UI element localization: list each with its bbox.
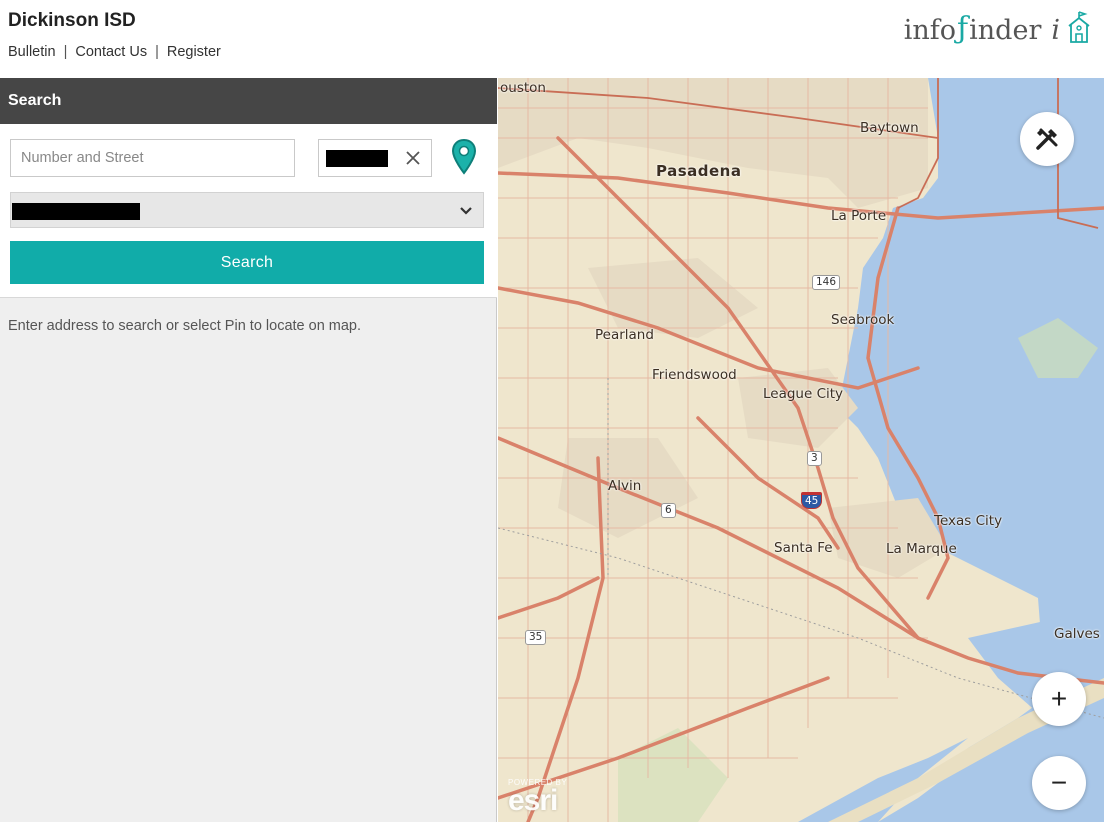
- zoom-out-button[interactable]: −: [1032, 756, 1086, 810]
- plus-icon: +: [1050, 683, 1068, 714]
- route-shield-3: 3: [807, 451, 822, 466]
- nav-bulletin-link[interactable]: Bulletin: [8, 44, 56, 60]
- street-input[interactable]: [10, 139, 295, 177]
- route-shield-6: 6: [661, 503, 676, 518]
- map-label-la-porte: La Porte: [831, 208, 887, 224]
- site-title: Dickinson ISD: [8, 10, 136, 31]
- logo-text-inder: inder: [969, 15, 1042, 46]
- district-select[interactable]: [10, 192, 484, 228]
- map-label-league-city: League City: [763, 386, 844, 402]
- map-label-texas-city: Texas City: [934, 513, 1003, 529]
- map-label-santa-fe: Santa Fe: [774, 540, 833, 556]
- esri-logo: esri: [508, 784, 558, 817]
- minus-icon: −: [1050, 767, 1068, 798]
- map-pin-icon[interactable]: [450, 138, 478, 176]
- redacted-value: [12, 203, 140, 220]
- logo-f-glyph: ƒ: [957, 11, 969, 46]
- app-header: Dickinson ISD Bulletin | Contact Us | Re…: [0, 0, 1104, 78]
- search-form: Search Search: [0, 78, 497, 298]
- nav-contact-us-link[interactable]: Contact Us: [75, 44, 147, 60]
- route-shield-146: 146: [812, 275, 841, 290]
- map-label-la-marque: La Marque: [886, 541, 957, 557]
- logo-text-info: info: [903, 15, 957, 46]
- zoom-in-button[interactable]: +: [1032, 672, 1086, 726]
- tools-icon: [1036, 128, 1058, 150]
- nav-register-link[interactable]: Register: [167, 44, 221, 60]
- map-label-pearland: Pearland: [595, 327, 654, 343]
- map-label-baytown: Baytown: [860, 120, 919, 136]
- esri-attribution: POWERED BY esri: [508, 778, 567, 817]
- header-nav: Bulletin | Contact Us | Register: [8, 44, 221, 60]
- infofinder-logo: info ƒ inder i: [904, 10, 1092, 46]
- basemap: [498, 78, 1104, 822]
- tools-button[interactable]: [1020, 112, 1074, 166]
- map-view[interactable]: ouston Baytown Pasadena La Porte Seabroo…: [498, 78, 1104, 822]
- panel-heading: Search: [0, 78, 497, 124]
- interstate-shield-45: 45: [801, 492, 823, 509]
- map-label-pasadena: Pasadena: [656, 162, 742, 180]
- search-hint: Enter address to search or select Pin to…: [8, 318, 362, 334]
- search-panel: Search Search Enter address to search or…: [0, 78, 497, 822]
- route-shield-35: 35: [525, 630, 547, 645]
- chevron-down-icon: [460, 207, 472, 215]
- clear-icon[interactable]: [401, 146, 425, 170]
- map-label-friendswood: Friendswood: [652, 367, 737, 383]
- unit-input[interactable]: [318, 139, 432, 177]
- nav-separator: |: [155, 44, 159, 60]
- logo-text-i: i: [1051, 15, 1060, 46]
- schoolhouse-icon: [1068, 11, 1090, 43]
- redacted-value: [326, 150, 388, 167]
- map-label-galveston: Galves: [1054, 626, 1100, 642]
- map-label-houston: ouston: [500, 80, 546, 96]
- nav-separator: |: [63, 44, 68, 60]
- search-button[interactable]: Search: [10, 241, 484, 284]
- map-label-alvin: Alvin: [608, 478, 642, 494]
- map-label-seabrook: Seabrook: [831, 312, 895, 328]
